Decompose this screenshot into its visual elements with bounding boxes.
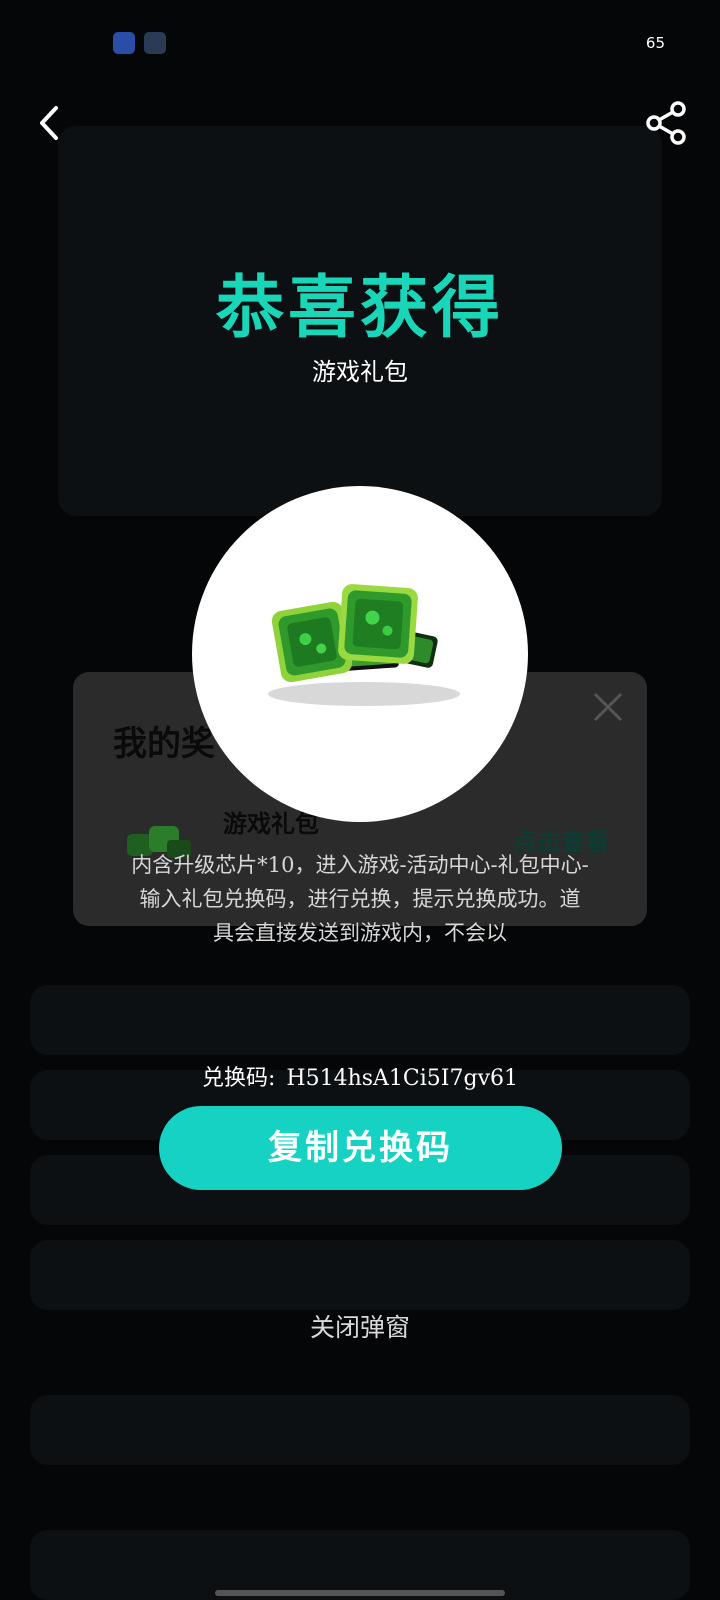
home-indicator[interactable] <box>215 1590 505 1596</box>
upgrade-chip-icon <box>268 584 460 706</box>
share-icon <box>646 101 686 145</box>
background-dialog-title: 我的奖 <box>113 724 215 764</box>
gift-description: 内含升级芯片*10，进入游戏-活动中心-礼包中心-输入礼包兑换码，进行兑换，提示… <box>131 853 589 945</box>
close-popup-link[interactable]: 关闭弹窗 <box>0 1308 720 1344</box>
share-button[interactable] <box>644 100 690 146</box>
redeem-code-value: H514hsA1Ci5I7gv61 <box>286 1066 518 1091</box>
redeem-code-line: 兑换码: H514hsA1Ci5I7gv61 <box>0 1060 720 1092</box>
redeem-code-label: 兑换码: <box>201 1066 276 1091</box>
background-list-row <box>30 1240 690 1310</box>
chevron-left-icon <box>40 106 58 140</box>
prize-image-circle <box>192 486 528 822</box>
app-icon-blue <box>113 32 135 54</box>
close-icon <box>593 692 623 722</box>
back-button[interactable] <box>30 102 72 144</box>
battery-level: 65 <box>645 34 665 52</box>
popup-subtitle: 游戏礼包 <box>312 358 408 386</box>
background-banner <box>30 1395 690 1465</box>
background-list-row <box>30 985 690 1055</box>
popup-title: 恭喜获得 <box>215 268 504 348</box>
app-icon-dark <box>144 32 166 54</box>
status-bar: 65 <box>0 0 720 84</box>
copy-code-button[interactable]: 复制兑换码 <box>159 1106 562 1190</box>
